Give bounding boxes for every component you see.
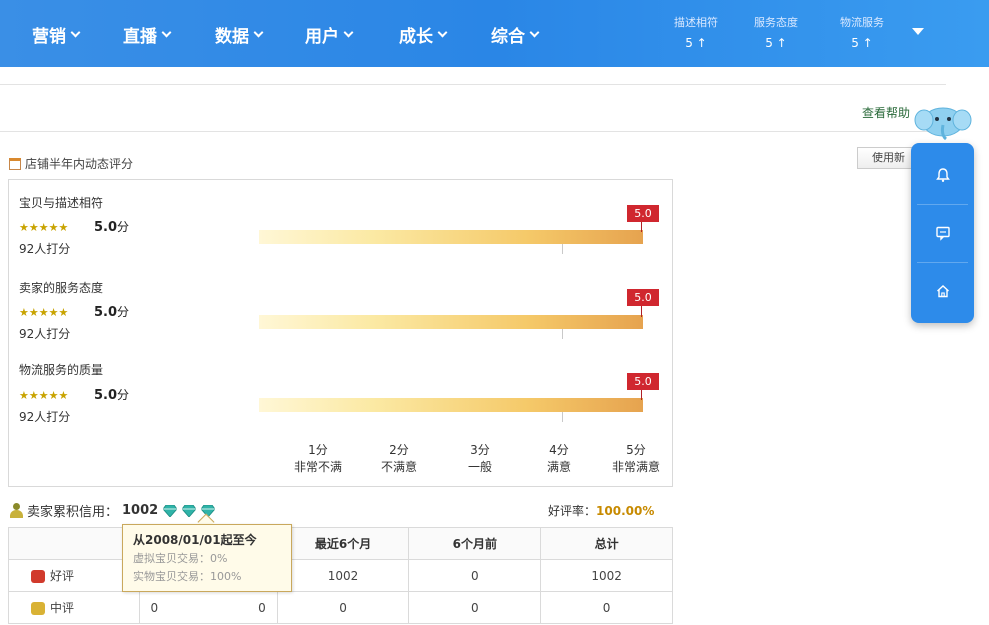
feedback-table: 个月 最近6个月 6个月前 总计 好评 2 1002 0 1002 中评 00 … <box>8 527 673 624</box>
rating-flag: 5.0 <box>627 205 659 222</box>
metric-logistics: 物流服务 5 ↑ <box>836 14 888 50</box>
calendar-icon <box>9 157 21 170</box>
nav-item-label: 直播 <box>123 27 157 47</box>
bar-tick <box>562 329 563 339</box>
table-row: 好评 2 1002 0 1002 <box>8 559 673 592</box>
table-cell: 1002 <box>276 559 410 592</box>
nav-item-users[interactable]: 用户 <box>305 22 354 47</box>
metric-label: 描述相符 <box>674 16 718 29</box>
scale-label-3: 3分 一般 <box>467 443 492 474</box>
rating-bar <box>259 230 643 244</box>
floating-tool-panel <box>911 143 974 323</box>
table-cell: 0 <box>540 591 673 624</box>
metric-value: 5 ↑ <box>765 36 787 50</box>
caret-down-icon[interactable] <box>912 28 924 35</box>
use-new-version-button[interactable]: 使用新 <box>857 147 919 169</box>
table-cell: 00 <box>138 591 278 624</box>
message-icon[interactable] <box>911 205 974 261</box>
metric-description: 描述相符 5 ↑ <box>670 14 722 50</box>
diamond-icon[interactable] <box>162 504 178 518</box>
table-row: 中评 00 0 0 0 <box>8 591 673 624</box>
table-header: 最近6个月 <box>276 527 410 560</box>
nav-item-label: 数据 <box>215 27 249 47</box>
rating-voters: 92人打分 <box>19 242 71 256</box>
nav-item-live[interactable]: 直播 <box>123 22 172 47</box>
tooltip-line: 虚拟宝贝交易：0% <box>133 552 228 565</box>
section-title: 店铺半年内动态评分 <box>9 155 133 172</box>
table-cell: 0 <box>408 591 542 624</box>
credit-value: 1002 <box>122 503 159 518</box>
metric-label: 服务态度 <box>754 16 798 29</box>
table-header <box>8 527 140 560</box>
star-rating: ★★★★★ <box>19 306 69 319</box>
good-rate: 好评率：100.00% <box>548 502 654 519</box>
elephant-mascot-icon[interactable] <box>912 98 974 148</box>
bar-tick <box>562 244 563 254</box>
seller-icon <box>10 503 23 518</box>
chevron-down-icon <box>343 27 354 38</box>
flower-red-icon <box>31 570 45 583</box>
metric-value: 5 ↑ <box>851 36 873 50</box>
table-cell: 1002 <box>540 559 673 592</box>
rating-score: 5.0分 <box>94 305 130 320</box>
metric-value: 5 ↑ <box>685 36 707 50</box>
sub-toolbar <box>0 84 946 132</box>
good-rate-label: 好评率： <box>548 504 597 518</box>
table-cell: 0 <box>408 559 542 592</box>
rating-title: 物流服务的质量 <box>19 363 104 377</box>
top-nav-bar: 营销 直播 数据 用户 成长 综合 描述相符 5 ↑ 服务态度 5 ↑ 物流服务… <box>0 0 989 67</box>
rating-voters: 92人打分 <box>19 327 71 341</box>
seller-credit: 卖家累积信用： 1002 <box>10 501 216 520</box>
nav-item-marketing[interactable]: 营销 <box>32 22 81 47</box>
section-title-text: 店铺半年内动态评分 <box>25 157 134 171</box>
rating-score: 5.0分 <box>94 388 130 403</box>
rating-title: 卖家的服务态度 <box>19 281 104 295</box>
metric-label: 物流服务 <box>840 16 884 29</box>
flower-yellow-icon <box>31 602 45 615</box>
scale-label-2: 2分 不满意 <box>380 443 417 474</box>
scale-label-4: 4分 满意 <box>546 443 571 474</box>
rating-voters: 92人打分 <box>19 410 71 424</box>
rating-title: 宝贝与描述相符 <box>19 196 104 210</box>
nav-item-label: 成长 <box>399 27 433 47</box>
star-rating: ★★★★★ <box>19 221 69 234</box>
table-header: 总计 <box>540 527 673 560</box>
metric-service: 服务态度 5 ↑ <box>750 14 802 50</box>
scale-label-1: 1分 非常不满 <box>293 443 342 474</box>
credit-label: 卖家累积信用： <box>27 505 119 520</box>
chevron-down-icon <box>161 27 172 38</box>
nav-item-growth[interactable]: 成长 <box>399 22 448 47</box>
nav-item-label: 综合 <box>491 27 525 47</box>
table-header-row: 个月 最近6个月 6个月前 总计 <box>8 527 673 560</box>
diamond-icon[interactable] <box>181 504 197 518</box>
bar-tick <box>562 412 563 422</box>
chevron-down-icon <box>529 27 540 38</box>
table-header: 6个月前 <box>408 527 542 560</box>
table-cell: 0 <box>276 591 410 624</box>
good-rate-value: 100.00% <box>596 504 655 518</box>
row-label-neutral: 中评 <box>8 591 140 624</box>
star-rating: ★★★★★ <box>19 389 69 402</box>
rating-panel: 宝贝与描述相符 ★★★★★ 5.0分 92人打分 5.0 卖家的服务态度 ★★★… <box>8 179 673 487</box>
bell-icon[interactable] <box>911 147 974 203</box>
nav-item-data[interactable]: 数据 <box>215 22 264 47</box>
rating-bar <box>259 315 643 329</box>
help-link[interactable]: 查看帮助 <box>862 104 910 121</box>
rating-score: 5.0分 <box>94 220 130 235</box>
nav-item-general[interactable]: 综合 <box>491 22 540 47</box>
scale-label-5: 5分 非常满意 <box>611 443 660 474</box>
chevron-down-icon <box>253 27 264 38</box>
tooltip-line: 实物宝贝交易：100% <box>133 570 242 583</box>
rating-flag: 5.0 <box>627 289 659 306</box>
row-label-good: 好评 <box>8 559 140 592</box>
home-icon[interactable] <box>911 263 974 319</box>
rating-flag: 5.0 <box>627 373 659 390</box>
nav-item-label: 营销 <box>32 27 66 47</box>
credit-tooltip: 从2008/01/01起至今 虚拟宝贝交易：0% 实物宝贝交易：100% <box>122 524 292 592</box>
nav-item-label: 用户 <box>305 27 339 47</box>
chevron-down-icon <box>70 27 81 38</box>
chevron-down-icon <box>437 27 448 38</box>
rating-bar <box>259 398 643 412</box>
tooltip-title: 从2008/01/01起至今 <box>133 533 257 547</box>
